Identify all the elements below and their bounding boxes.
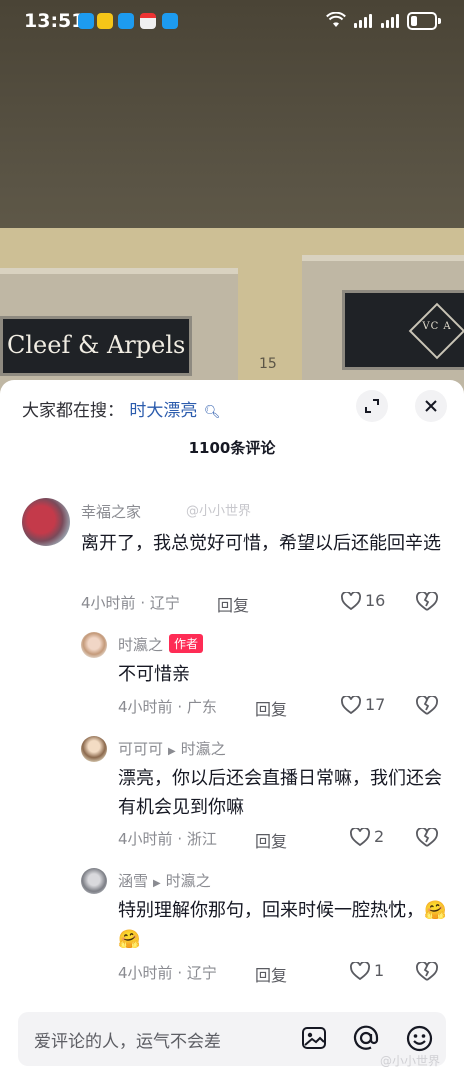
search-prefix: 大家都在搜： <box>22 401 124 421</box>
comment-username[interactable]: 时瀛之 作者 <box>118 634 204 655</box>
comment-time: 4小时前 <box>118 964 173 982</box>
comment-username[interactable]: 涵雪 ▶ 时瀛之 <box>118 870 211 891</box>
comment-text: 漂亮，你以后还会直播日常嘛，我们还会有机会见到你嘛 <box>118 768 442 818</box>
mention-icon[interactable] <box>353 1025 379 1051</box>
red-app-icon <box>140 13 156 29</box>
reply-button[interactable]: 回复 <box>255 962 287 986</box>
like-button[interactable]: 17 <box>341 695 385 714</box>
reply-arrow-icon: ▶ <box>153 878 161 889</box>
comment-meta: 4小时前 · 浙江 <box>118 830 217 848</box>
avatar[interactable] <box>81 868 107 894</box>
comment-location: 广东 <box>186 698 217 716</box>
broken-heart-icon[interactable] <box>416 962 438 982</box>
heart-icon <box>341 695 361 714</box>
image-icon[interactable] <box>301 1025 327 1051</box>
wifi-icon <box>326 12 346 27</box>
video-background[interactable]: Cleef & Arpels VC A 15 <box>0 0 464 400</box>
comment-meta: 4小时前 · 广东 <box>118 698 217 716</box>
signal-icon <box>381 14 399 28</box>
emoji-icon[interactable] <box>406 1025 433 1052</box>
signal-icon <box>354 14 372 28</box>
store-sign-right: VC A <box>342 290 464 370</box>
broken-heart-icon[interactable] <box>416 592 438 612</box>
comment-count-title: 1100条评论 <box>188 439 276 457</box>
reply-arrow-icon: ▶ <box>168 746 176 757</box>
comment-sheet: 大家都在搜： 时大漂亮 🔍︎ 1100条评论 <box>0 380 464 1076</box>
cloud-icon <box>162 13 178 29</box>
heart-icon <box>350 827 370 846</box>
heart-icon <box>341 591 361 610</box>
comment-username[interactable]: 可可可 ▶ 时瀛之 <box>118 738 226 759</box>
like-button[interactable]: 1 <box>350 961 384 980</box>
comment-text: 离开了，我总觉好可惜，希望以后还能回辛选 <box>81 533 441 554</box>
comment-meta: 4小时前 · 辽宁 <box>81 594 180 612</box>
status-time: 13:51 <box>24 10 85 32</box>
comment-time: 4小时前 <box>118 830 173 848</box>
like-count: 1 <box>374 961 385 980</box>
search-icon: 🔍︎ <box>203 405 221 420</box>
comment-location: 浙江 <box>186 830 217 848</box>
message-icon <box>118 13 134 29</box>
search-suggestion[interactable]: 大家都在搜： 时大漂亮 🔍︎ <box>22 396 220 421</box>
avatar[interactable] <box>81 632 107 658</box>
watermark: @小小世界 <box>186 504 252 519</box>
cloud-icon <box>78 13 94 29</box>
like-button[interactable]: 2 <box>350 827 384 846</box>
watermark: @小小世界 <box>380 1054 441 1068</box>
comment-text: 不可惜亲 <box>118 664 190 685</box>
like-count: 16 <box>365 591 386 610</box>
like-count: 17 <box>365 695 386 714</box>
like-count: 2 <box>374 827 385 846</box>
battery-icon <box>407 12 437 30</box>
reply-button[interactable]: 回复 <box>255 696 287 720</box>
expand-button[interactable] <box>356 390 388 422</box>
battery-tip <box>438 18 441 24</box>
author-badge: 作者 <box>169 634 204 653</box>
close-icon <box>425 400 437 412</box>
avatar[interactable] <box>22 498 70 546</box>
house-number: 15 <box>259 356 277 372</box>
avatar[interactable] <box>81 736 107 762</box>
expand-icon <box>365 399 379 413</box>
comment-input-placeholder: 爱评论的人，运气不会差 <box>34 1032 221 1052</box>
broken-heart-icon[interactable] <box>416 696 438 716</box>
comment-text: 特别理解你那句，回来时候一腔热忱，🤗🤗 <box>118 900 447 950</box>
comment-time: 4小时前 <box>118 698 173 716</box>
reply-button[interactable]: 回复 <box>255 828 287 852</box>
app-icon <box>97 13 113 29</box>
reply-button[interactable]: 回复 <box>217 592 249 616</box>
like-button[interactable]: 16 <box>341 591 385 610</box>
search-term-link[interactable]: 时大漂亮 <box>129 401 197 421</box>
close-button[interactable] <box>415 390 447 422</box>
broken-heart-icon[interactable] <box>416 828 438 848</box>
store-sign-left: Cleef & Arpels <box>0 316 192 376</box>
comment-meta: 4小时前 · 辽宁 <box>118 964 217 982</box>
comment-username[interactable]: 幸福之家 <box>81 501 141 522</box>
comment-location: 辽宁 <box>149 594 180 612</box>
heart-icon <box>350 961 370 980</box>
status-bar: 13:51 <box>0 0 464 44</box>
vca-logo-text: VC A <box>422 321 452 332</box>
comment-time: 4小时前 <box>81 594 136 612</box>
comment-location: 辽宁 <box>186 964 217 982</box>
